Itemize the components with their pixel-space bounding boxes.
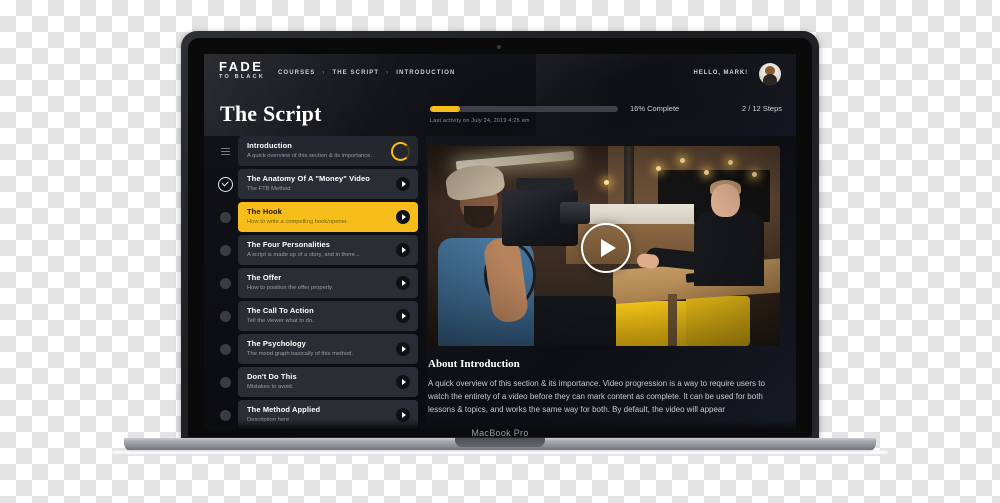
lesson-play-icon[interactable] — [396, 342, 410, 356]
lesson-title: Introduction — [247, 142, 292, 151]
video-player[interactable] — [428, 146, 780, 346]
lesson-subtitle: How to write a compelling hook/opener. — [247, 218, 349, 225]
lesson-card[interactable]: The Anatomy Of A "Money" Video The FTB Me… — [238, 169, 418, 199]
brand-logo[interactable]: FADE TO BLACK — [219, 60, 265, 81]
lesson-title: The Psychology — [247, 340, 306, 349]
lesson-text: The Anatomy Of A "Money" Video The FTB Me… — [247, 175, 390, 192]
content-panel: About Introduction A quick overview of t… — [426, 136, 796, 429]
lesson-card[interactable]: The Four Personalities A script is made u… — [238, 235, 418, 265]
lesson-row[interactable]: The Hook How to write a compelling hook/o… — [212, 202, 418, 232]
lesson-text: The Offer How to position the offer prope… — [247, 274, 390, 291]
about-description: A quick overview of this section & its i… — [428, 379, 765, 414]
chevron-right-icon: › — [386, 70, 390, 76]
lesson-play-icon[interactable] — [396, 309, 410, 323]
status-dot-icon — [212, 211, 238, 223]
lesson-subtitle: The FTB Method — [247, 185, 291, 192]
lesson-subtitle: How to position the offer properly. — [247, 284, 334, 291]
laptop-screen: FADE TO BLACK COURSES › THE SCRIPT › INT… — [204, 54, 796, 429]
lesson-row[interactable]: The Four Personalities A script is made u… — [212, 235, 418, 265]
lesson-row[interactable]: The Psychology The mood graph basically o… — [212, 334, 418, 364]
lesson-row[interactable]: The Anatomy Of A "Money" Video The FTB Me… — [212, 169, 418, 199]
webcam-icon — [497, 45, 501, 49]
breadcrumb-item-courses[interactable]: COURSES — [278, 70, 315, 76]
progress-percent-label: 16% Complete — [630, 104, 680, 113]
status-dot-icon — [212, 409, 238, 421]
drag-handle-icon — [212, 147, 238, 156]
user-greeting: HELLO, MARK! — [693, 70, 748, 76]
breadcrumb-item-introduction[interactable]: INTRODUCTION — [396, 70, 455, 76]
lesson-subtitle: Tell the viewer what to do. — [247, 317, 314, 324]
last-activity-text: Last activity on July 24, 2019 4:25 am — [430, 118, 530, 124]
lesson-sidebar[interactable]: Introduction A quick overview of this sec… — [204, 136, 426, 429]
about-heading: About Introduction — [428, 358, 520, 370]
lesson-card[interactable]: The Offer How to position the offer prope… — [238, 268, 418, 298]
progress-section: 16% Complete 2 / 12 Steps Last activity … — [430, 104, 782, 124]
main-region: Introduction A quick overview of this sec… — [204, 136, 796, 429]
chevron-right-icon: › — [322, 70, 326, 76]
lesson-card[interactable]: Don't Do This Mistakes to avoid. — [238, 367, 418, 397]
progress-bar — [430, 105, 618, 112]
top-navigation: FADE TO BLACK COURSES › THE SCRIPT › INT… — [204, 54, 796, 94]
device-label: MacBook Pro — [471, 428, 529, 438]
lesson-subtitle: Description here — [247, 416, 290, 423]
lesson-play-icon[interactable] — [396, 177, 410, 191]
lesson-title: Don't Do This — [247, 373, 297, 382]
lesson-row[interactable]: Introduction A quick overview of this sec… — [212, 136, 418, 166]
lesson-play-icon[interactable] — [396, 408, 410, 422]
lesson-card[interactable]: The Call To Action Tell the viewer what t… — [238, 301, 418, 331]
status-dot-icon — [212, 376, 238, 388]
lesson-card[interactable]: The Hook How to write a compelling hook/o… — [238, 202, 418, 232]
lesson-title: The Offer — [247, 274, 282, 283]
lesson-title: The Four Personalities — [247, 241, 331, 250]
avatar[interactable] — [759, 63, 781, 85]
lesson-text: The Method Applied Description here — [247, 406, 390, 423]
lesson-subtitle: The mood graph basically of this method. — [247, 350, 354, 357]
lesson-subtitle: Mistakes to avoid. — [247, 383, 294, 390]
lesson-text: The Psychology The mood graph basically o… — [247, 340, 390, 357]
lesson-title: The Method Applied — [247, 406, 321, 415]
status-dot-icon — [212, 343, 238, 355]
check-circle-icon — [212, 176, 238, 192]
lesson-text: Don't Do This Mistakes to avoid. — [247, 373, 390, 390]
lesson-play-icon[interactable] — [396, 210, 410, 224]
breadcrumb-item-the-script[interactable]: THE SCRIPT — [332, 70, 379, 76]
app-window: FADE TO BLACK COURSES › THE SCRIPT › INT… — [204, 54, 796, 429]
breadcrumb: COURSES › THE SCRIPT › INTRODUCTION — [278, 70, 455, 76]
macbook-pro-mockup: FADE TO BLACK COURSES › THE SCRIPT › INT… — [0, 0, 1000, 503]
lesson-text: The Four Personalities A script is made u… — [247, 241, 390, 258]
laptop-base-notch — [455, 438, 545, 447]
lesson-card[interactable]: Introduction A quick overview of this sec… — [238, 136, 418, 166]
lesson-title: The Call To Action — [247, 307, 314, 316]
lesson-row[interactable]: The Offer How to position the offer prope… — [212, 268, 418, 298]
lesson-text: Introduction A quick overview of this sec… — [247, 142, 385, 159]
lesson-card[interactable]: The Method Applied Description here — [238, 400, 418, 429]
lesson-row[interactable]: The Method Applied Description here — [212, 400, 418, 429]
status-dot-icon — [212, 310, 238, 322]
play-button[interactable] — [581, 223, 631, 273]
steps-counter: 2 / 12 Steps — [741, 104, 782, 113]
lesson-play-icon[interactable] — [396, 243, 410, 257]
lesson-text: The Call To Action Tell the viewer what t… — [247, 307, 390, 324]
lesson-title: The Anatomy Of A "Money" Video — [247, 175, 370, 184]
lesson-subtitle: A script is made up of a story, and in t… — [247, 251, 360, 258]
page-title: The Script — [220, 101, 322, 126]
progress-bar-fill — [430, 105, 461, 112]
lesson-row[interactable]: Don't Do This Mistakes to avoid. — [212, 367, 418, 397]
status-dot-icon — [212, 244, 238, 256]
logo-secondary-text: TO BLACK — [219, 74, 265, 80]
lesson-play-icon[interactable] — [396, 276, 410, 290]
lesson-title: The Hook — [247, 208, 282, 217]
lesson-subtitle: A quick overview of this section & its i… — [247, 152, 373, 159]
progress-ring-icon — [391, 141, 410, 161]
lesson-text: The Hook How to write a compelling hook/o… — [247, 208, 390, 225]
lesson-play-icon[interactable] — [396, 375, 410, 389]
laptop-base-foot — [112, 450, 888, 456]
lesson-card[interactable]: The Psychology The mood graph basically o… — [238, 334, 418, 364]
status-dot-icon — [212, 277, 238, 289]
lesson-row[interactable]: The Call To Action Tell the viewer what t… — [212, 301, 418, 331]
logo-primary-text: FADE — [219, 59, 264, 74]
